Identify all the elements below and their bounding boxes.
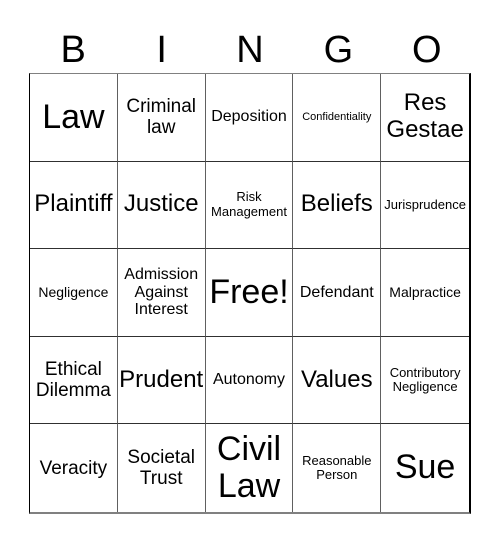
header-letter-b: B <box>60 29 86 71</box>
bingo-cell-r3-c4[interactable]: Defendant <box>293 249 382 337</box>
bingo-cell-r4-c5[interactable]: Contributory Negligence <box>381 337 469 425</box>
bingo-cell-r3-c5[interactable]: Malpractice <box>381 249 469 337</box>
bingo-header: B I N G O <box>29 28 471 73</box>
header-letter-o: O <box>412 29 442 71</box>
bingo-cell-r2-c5[interactable]: Jurisprudence <box>381 162 469 250</box>
header-letter-g: G <box>323 29 354 71</box>
bingo-cell-r4-c3[interactable]: Autonomy <box>205 336 294 425</box>
bingo-cell-r4-c4[interactable]: Values <box>293 336 382 425</box>
bingo-cell-r5-c5[interactable]: Sue <box>381 424 469 512</box>
bingo-cell-r1-c4[interactable]: Confidentiality <box>293 74 382 162</box>
bingo-cell-r1-c3[interactable]: Deposition <box>205 74 294 162</box>
bingo-cell-r1-c2[interactable]: Criminal law <box>117 74 206 162</box>
bingo-cell-r5-c4[interactable]: Reasonable Person <box>293 424 382 512</box>
bingo-cell-r1-c1[interactable]: Law <box>30 74 118 162</box>
bingo-cell-r3-c1[interactable]: Negligence <box>30 249 118 337</box>
bingo-cell-r2-c1[interactable]: Plaintiff <box>30 161 118 250</box>
header-letter-n: N <box>236 29 264 71</box>
bingo-cell-r5-c2[interactable]: Societal Trust <box>118 424 206 512</box>
bingo-cell-r2-c3[interactable]: Risk Management <box>205 161 294 250</box>
bingo-cell-r3-c2[interactable]: Admission Against Interest <box>117 249 206 337</box>
header-letter-i: I <box>156 29 167 71</box>
free-space[interactable]: Free! <box>205 249 294 337</box>
bingo-cell-r5-c3[interactable]: Civil Law <box>206 424 294 512</box>
bingo-board: Law Criminal law Deposition Confidential… <box>29 73 471 514</box>
bingo-cell-r2-c4[interactable]: Beliefs <box>293 161 382 250</box>
bingo-cell-r5-c1[interactable]: Veracity <box>30 424 118 512</box>
bingo-cell-r4-c2[interactable]: Prudent <box>117 336 206 425</box>
bingo-cell-r4-c1[interactable]: Ethical Dilemma <box>30 336 118 425</box>
bingo-cell-r1-c5[interactable]: Res Gestae <box>381 74 469 162</box>
bingo-cell-r2-c2[interactable]: Justice <box>117 161 206 250</box>
